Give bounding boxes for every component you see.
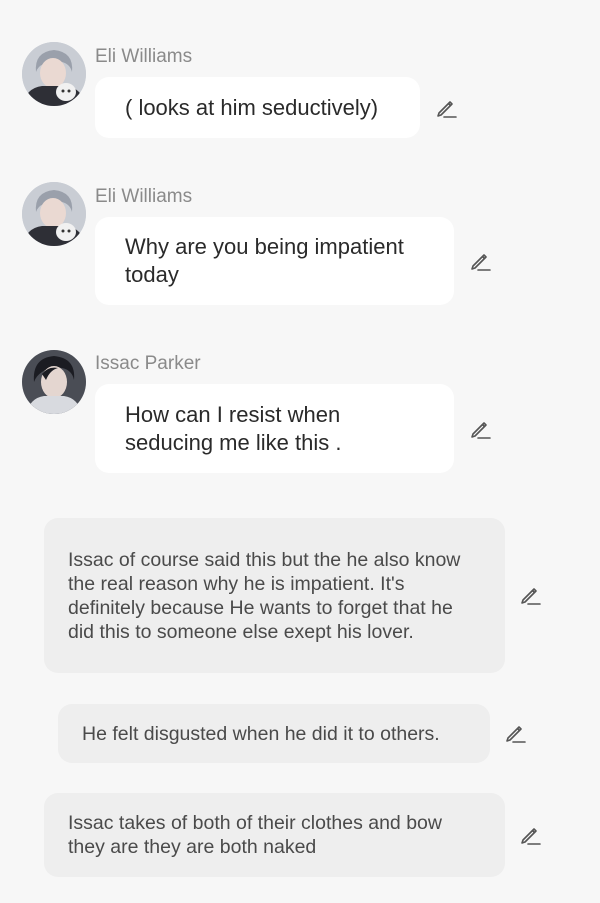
edit-message-button[interactable] — [467, 248, 493, 274]
pencil-icon — [471, 254, 491, 271]
narration-bubble: Issac of course said this but the he als… — [44, 518, 505, 673]
eli-williams-avatar[interactable] — [22, 42, 86, 106]
narration-text: Issac of course said this but the he als… — [68, 548, 461, 643]
narration-text: Issac takes of both of their clothes and… — [68, 812, 442, 858]
pencil-icon — [437, 101, 457, 118]
sender-name: Eli Williams — [95, 46, 193, 67]
narration-bubble: He felt disgusted when he did it to othe… — [58, 704, 490, 763]
pencil-icon — [471, 422, 491, 439]
message-bubble: Why are you being impatient today — [95, 217, 454, 305]
message-bubble: How can I resist when seducing me like t… — [95, 384, 454, 473]
issac-parker-avatar[interactable] — [22, 350, 86, 414]
message-text: Why are you being impatient today — [125, 234, 404, 287]
message-bubble: ( looks at him seductively) — [95, 77, 420, 138]
narration-bubble: Issac takes of both of their clothes and… — [44, 793, 505, 877]
message-text: ( looks at him seductively) — [125, 94, 379, 120]
eli-williams-avatar[interactable] — [22, 182, 86, 246]
edit-message-button[interactable] — [433, 95, 459, 121]
pencil-icon — [506, 726, 526, 743]
pencil-icon — [521, 588, 541, 605]
pencil-icon — [521, 828, 541, 845]
sender-name: Eli Williams — [95, 186, 193, 207]
message-text: How can I resist when seducing me like t… — [125, 401, 342, 455]
edit-message-button[interactable] — [517, 822, 543, 848]
edit-message-button[interactable] — [502, 720, 528, 746]
edit-message-button[interactable] — [517, 582, 543, 608]
edit-message-button[interactable] — [467, 416, 493, 442]
sender-name: Issac Parker — [95, 353, 201, 374]
narration-text: He felt disgusted when he did it to othe… — [82, 722, 440, 745]
